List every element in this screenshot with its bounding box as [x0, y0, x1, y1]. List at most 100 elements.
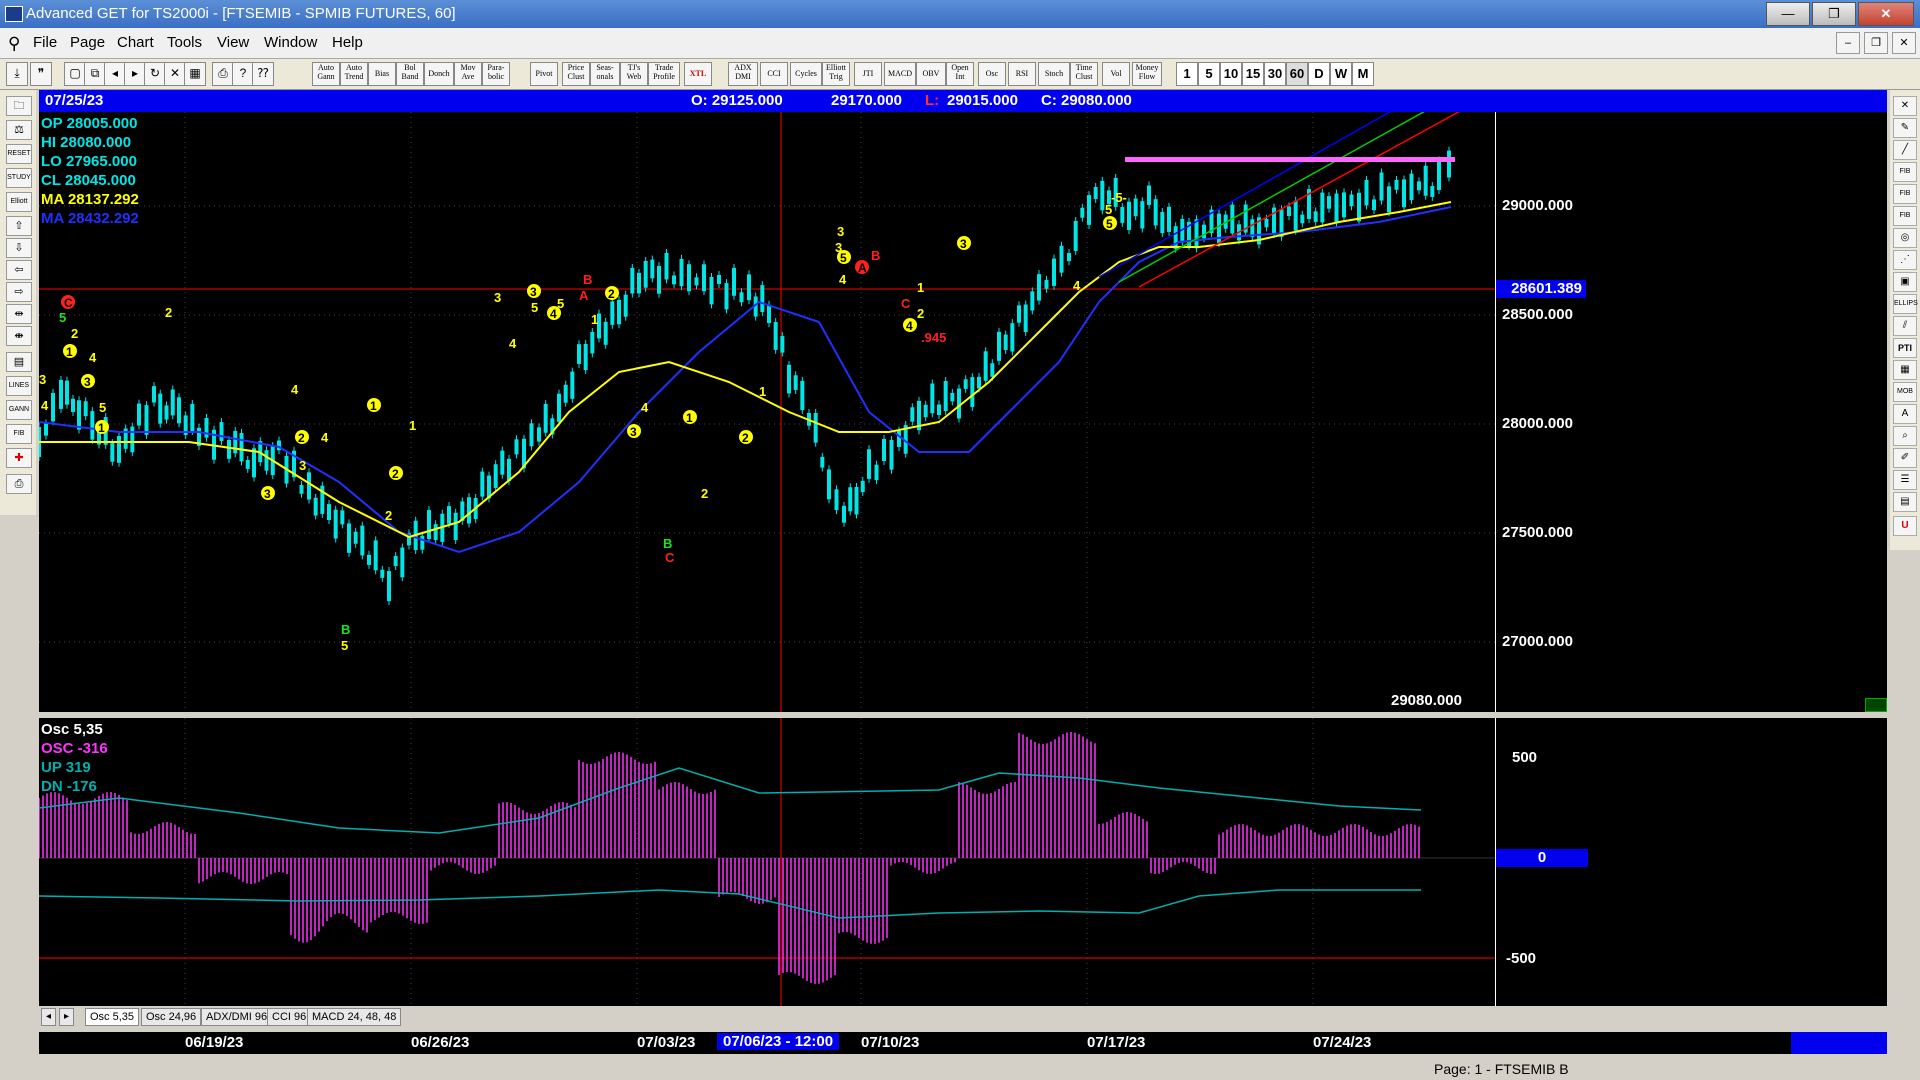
help-pointer-icon[interactable]: ⁇ [252, 62, 274, 86]
study-adx-dmi[interactable]: ADX DMI [728, 62, 758, 86]
box-icon[interactable]: ▣ [1893, 272, 1917, 292]
study-parabolic[interactable]: Para- bolic [482, 62, 510, 86]
copy-icon[interactable]: ⧉ [84, 62, 106, 86]
grid-icon[interactable]: ▦ [184, 62, 206, 86]
fan-icon[interactable]: ⋰ [1893, 250, 1917, 270]
timeframe-m[interactable]: M [1352, 62, 1374, 86]
up-arrow-icon[interactable]: ⇧ [6, 216, 32, 236]
study-icon[interactable]: STUDY [6, 168, 32, 188]
pencil-icon[interactable]: ✎ [1893, 118, 1917, 138]
maximize-button[interactable]: ❐ [1812, 2, 1856, 26]
timeframe-w[interactable]: W [1330, 62, 1352, 86]
reset-icon[interactable]: RESET [6, 144, 32, 164]
mdi-minimize-button[interactable]: ‒ [1836, 32, 1860, 54]
study-cycles[interactable]: Cycles [790, 62, 822, 86]
mdi-close-button[interactable]: ✕ [1892, 32, 1916, 54]
tab-cci-96[interactable]: CCI 96 [267, 1008, 312, 1026]
print-icon[interactable]: ⎙ [212, 62, 234, 86]
tab-adx-dmi-96[interactable]: ADX/DMI 96 [201, 1008, 273, 1026]
price-axis[interactable]: 29000.000 28500.000 28000.000 27500.000 … [1495, 112, 1588, 712]
lines-icon[interactable]: LINES [6, 376, 32, 396]
gann-icon[interactable]: GANN [6, 400, 32, 420]
refresh-icon[interactable]: ↻ [144, 62, 166, 86]
study-mov-ave[interactable]: Mov Ave [454, 62, 482, 86]
menu-page[interactable]: Page [70, 34, 105, 51]
timeframe-1[interactable]: 1 [1176, 62, 1198, 86]
elliott-icon[interactable]: Elliott [6, 192, 32, 212]
timeframe-d[interactable]: D [1308, 62, 1330, 86]
grid-tool-icon[interactable]: ▦ [1893, 360, 1917, 380]
tab-scroll-left-icon[interactable]: ◂ [41, 1008, 57, 1026]
scale-icon[interactable]: ⚖ [6, 120, 32, 140]
close-x-icon[interactable]: ✕ [1893, 96, 1917, 116]
text-tool-icon[interactable]: A [1893, 404, 1917, 424]
chart-corner-icon[interactable] [1865, 698, 1887, 712]
minimize-button[interactable]: — [1766, 2, 1810, 26]
timeframe-15[interactable]: 15 [1242, 62, 1264, 86]
timeframe-60[interactable]: 60 [1286, 62, 1308, 86]
timeframe-30[interactable]: 30 [1264, 62, 1286, 86]
mob-icon[interactable]: MOB [1893, 382, 1917, 402]
tab-scroll-right-icon[interactable]: ▸ [59, 1008, 75, 1026]
quote-icon[interactable]: ❞ [30, 62, 52, 86]
app-menu-icon[interactable]: ⚲ [8, 34, 20, 54]
menu-window[interactable]: Window [264, 34, 317, 51]
study-elliott-trig[interactable]: Elliott Trig [822, 62, 850, 86]
study-jti[interactable]: JTI [854, 62, 882, 86]
zoom-icon[interactable]: ⌕ [1893, 426, 1917, 446]
study-price-clust[interactable]: Price Clust [562, 62, 590, 86]
study-cci[interactable]: CCI [760, 62, 788, 86]
fib-icon[interactable]: FIB [6, 424, 32, 444]
study-tjs-web[interactable]: TJ's Web [620, 62, 648, 86]
pointer-icon[interactable]: ⤓ [6, 62, 28, 86]
new-page-icon[interactable]: ▢ [64, 62, 86, 86]
osc-axis[interactable]: 500 0 -500 [1495, 718, 1588, 1006]
left-arrow-icon[interactable]: ⇦ [6, 260, 32, 280]
study-money-flow[interactable]: Money Flow [1132, 62, 1162, 86]
undo-icon[interactable]: U [1893, 516, 1917, 536]
study-time-clust[interactable]: Time Clust [1070, 62, 1098, 86]
pti-icon[interactable]: PTI [1893, 338, 1917, 358]
fib-ret-icon[interactable]: FIB RET [1893, 162, 1917, 193]
oscillator-pane[interactable]: Osc 5,35 OSC -316 UP 319 DN -176 500 0 -… [39, 718, 1887, 1006]
price-chart[interactable]: C521433451242433B51212343554BA2143BC1212… [39, 112, 1887, 712]
cancel-icon[interactable]: ✕ [164, 62, 186, 86]
menu-view[interactable]: View [217, 34, 249, 51]
mdi-restore-button[interactable]: ❐ [1864, 32, 1888, 54]
right-arrow-icon[interactable]: ⇨ [6, 282, 32, 302]
study-bias[interactable]: Bias [368, 62, 396, 86]
spiral-icon[interactable]: ◎ [1893, 228, 1917, 248]
back-icon[interactable]: ◂ [104, 62, 126, 86]
study-pivot[interactable]: Pivot [530, 62, 558, 86]
tab-macd[interactable]: MACD 24, 48, 48 [307, 1008, 402, 1026]
study-seasonals[interactable]: Seas- onals [590, 62, 620, 86]
study-auto-trend[interactable]: Auto Trend [340, 62, 368, 86]
print-page-icon[interactable]: ⎙ [6, 474, 32, 494]
menu-tools[interactable]: Tools [167, 34, 202, 51]
study-vol[interactable]: Vol [1102, 62, 1130, 86]
down-arrow-icon[interactable]: ⇩ [6, 238, 32, 258]
timeframe-5[interactable]: 5 [1198, 62, 1220, 86]
paint-icon[interactable]: ✐ [1893, 448, 1917, 468]
expand-icon[interactable]: ⇼ [6, 326, 32, 346]
tab-osc-24-96[interactable]: Osc 24,96 [141, 1008, 202, 1026]
close-button[interactable]: ✕ [1858, 2, 1914, 26]
menu-file[interactable]: File [33, 34, 57, 51]
crosshair-icon[interactable]: ✚ [6, 448, 32, 468]
chart-list-icon[interactable]: ▤ [1893, 492, 1917, 512]
menu-help[interactable]: Help [332, 34, 363, 51]
study-macd[interactable]: MACD [884, 62, 916, 86]
study-trade-profile[interactable]: Trade Profile [648, 62, 680, 86]
study-rsi[interactable]: RSI [1008, 62, 1036, 86]
layers-icon[interactable]: ☰ [1893, 470, 1917, 490]
timeframe-10[interactable]: 10 [1220, 62, 1242, 86]
study-auto-gann[interactable]: Auto Gann [312, 62, 340, 86]
info-icon[interactable]: ? [232, 62, 254, 86]
study-donch[interactable]: Donch [424, 62, 454, 86]
study-osc[interactable]: Osc [978, 62, 1006, 86]
study-open-int[interactable]: Open Int [946, 62, 974, 86]
study-xtl[interactable]: XTL [684, 62, 712, 86]
ellipse-icon[interactable]: ELLIPS [1893, 294, 1918, 314]
fib-time-icon[interactable]: FIB TIME [1893, 206, 1917, 237]
study-obv[interactable]: OBV [916, 62, 946, 86]
